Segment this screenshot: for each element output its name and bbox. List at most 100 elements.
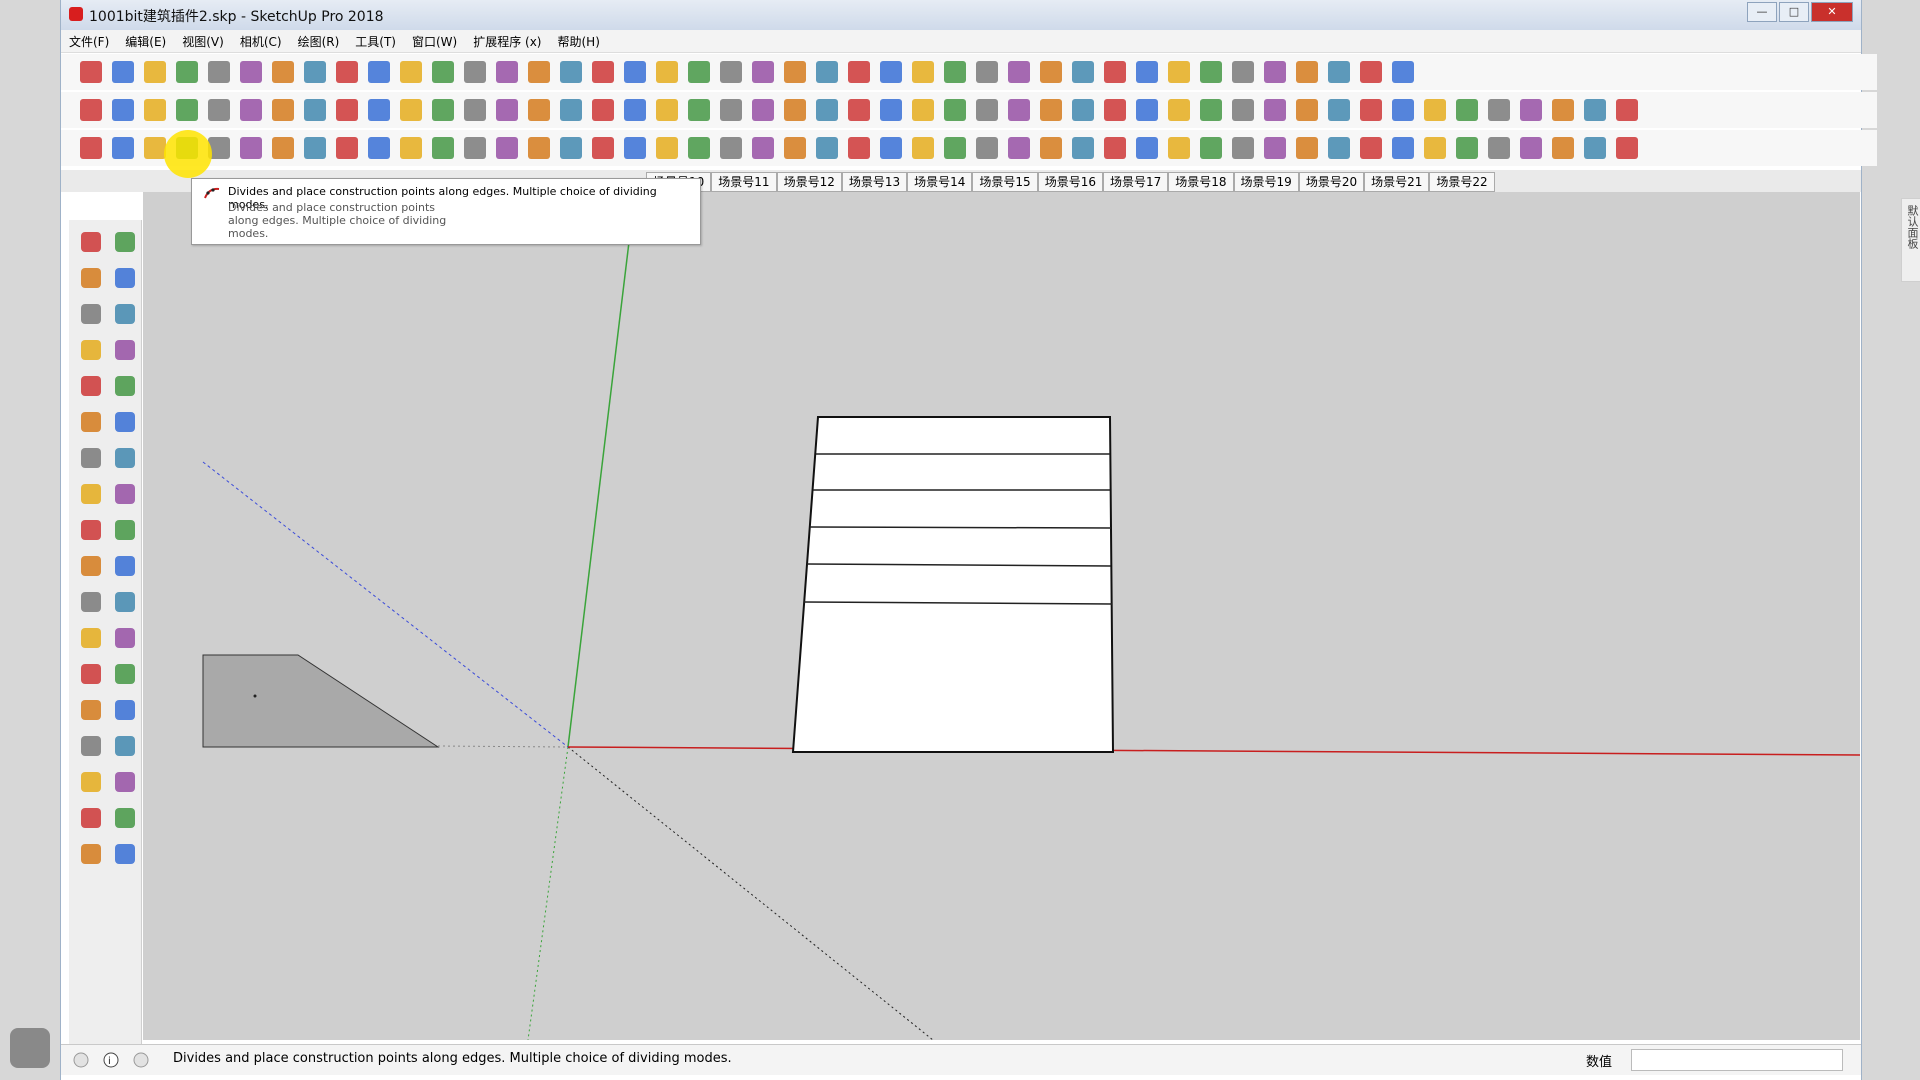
zoom-window-button[interactable] <box>111 732 139 760</box>
tape-button[interactable] <box>77 588 105 616</box>
1001bit-ak-button[interactable] <box>1229 96 1257 124</box>
extrude-button[interactable] <box>1613 134 1641 162</box>
walk-button[interactable] <box>77 840 105 868</box>
eraser-button[interactable] <box>111 264 139 292</box>
zoom-button[interactable] <box>877 58 905 86</box>
scene-tab[interactable]: 场景号21 <box>1364 172 1430 192</box>
scene-tab[interactable]: 场景号16 <box>1037 172 1103 192</box>
distribute-button[interactable] <box>1037 134 1065 162</box>
scale-button[interactable] <box>973 134 1001 162</box>
nurbs-button[interactable] <box>1517 134 1545 162</box>
push-pull-button[interactable] <box>493 58 521 86</box>
menu-help[interactable]: 帮助(H) <box>549 33 607 50</box>
1001bit-aw-button[interactable] <box>1613 96 1641 124</box>
1001bit-s-button[interactable] <box>653 96 681 124</box>
new-file-button[interactable] <box>77 58 105 86</box>
zoom-extents-button[interactable] <box>77 768 105 796</box>
1001bit-b-button[interactable] <box>109 96 137 124</box>
1001bit-ac-button[interactable] <box>973 96 1001 124</box>
1001bit-ag-button[interactable] <box>1101 96 1129 124</box>
1001bit-t-button[interactable] <box>685 96 713 124</box>
protractor-button[interactable] <box>77 624 105 652</box>
help-button[interactable] <box>1389 134 1417 162</box>
1001bit-ar-button[interactable] <box>1453 96 1481 124</box>
zoom-previous-button[interactable] <box>111 768 139 796</box>
1001bit-ad-button[interactable] <box>1005 96 1033 124</box>
1001bit-an-button[interactable] <box>1325 96 1353 124</box>
zoom-extents-button[interactable] <box>941 58 969 86</box>
scene-tab[interactable]: 场景号13 <box>841 172 908 192</box>
1001bit-aq-button[interactable] <box>1421 96 1449 124</box>
building-facade[interactable] <box>791 416 1115 753</box>
arc-button[interactable] <box>333 134 361 162</box>
align-button[interactable] <box>1005 134 1033 162</box>
menu-tools[interactable]: 工具(T) <box>347 33 404 50</box>
1001bit-h-button[interactable] <box>301 96 329 124</box>
array-button[interactable] <box>845 134 873 162</box>
select-button[interactable] <box>77 228 105 256</box>
sweep-button[interactable] <box>1581 134 1609 162</box>
stair-button[interactable] <box>397 134 425 162</box>
component-button[interactable] <box>111 228 139 256</box>
three-point-arc-button[interactable] <box>77 444 105 472</box>
trim-edge-button[interactable] <box>269 134 297 162</box>
scene-manager-button[interactable] <box>1197 134 1225 162</box>
1001bit-p-button[interactable] <box>557 96 585 124</box>
polygon-button[interactable] <box>111 372 139 400</box>
roof-button[interactable] <box>557 134 585 162</box>
two-point-arc-button[interactable] <box>111 408 139 436</box>
grid-button[interactable] <box>685 134 713 162</box>
next-view-button[interactable] <box>1005 58 1033 86</box>
1001bit-r-button[interactable] <box>621 96 649 124</box>
paint-bucket-button[interactable] <box>77 264 105 292</box>
shaded-button[interactable] <box>1325 58 1353 86</box>
move-button[interactable] <box>77 480 105 508</box>
section-plane-button[interactable] <box>111 840 139 868</box>
protractor-button[interactable] <box>685 58 713 86</box>
1001bit-f-button[interactable] <box>237 96 265 124</box>
right-view-button[interactable] <box>1133 58 1161 86</box>
pan-button[interactable] <box>845 58 873 86</box>
menu-camera[interactable]: 相机(C) <box>232 33 290 50</box>
railing-button[interactable] <box>429 134 457 162</box>
offset-button[interactable] <box>525 58 553 86</box>
1001bit-y-button[interactable] <box>845 96 873 124</box>
paint-bucket-button[interactable] <box>461 58 489 86</box>
left-view-button[interactable] <box>1197 58 1225 86</box>
bezier-button[interactable] <box>1485 134 1513 162</box>
push-pull-button[interactable] <box>111 480 139 508</box>
1001bit-d-button[interactable] <box>173 96 201 124</box>
scene-tab[interactable]: 场景号19 <box>1233 172 1299 192</box>
1001bit-as-button[interactable] <box>1485 96 1513 124</box>
undo-button[interactable] <box>301 58 329 86</box>
mirror-button[interactable] <box>941 134 969 162</box>
1001bit-am-button[interactable] <box>1293 96 1321 124</box>
offset-button[interactable] <box>111 552 139 580</box>
1001bit-c-button[interactable] <box>141 96 169 124</box>
hidden-line-button[interactable] <box>1293 58 1321 86</box>
1001bit-g-button[interactable] <box>269 96 297 124</box>
circle-point-button[interactable] <box>301 134 329 162</box>
orbit-button[interactable] <box>813 58 841 86</box>
construction-points-button[interactable] <box>109 134 137 162</box>
front-view-button[interactable] <box>1101 58 1129 86</box>
group-button[interactable] <box>1069 134 1097 162</box>
measurement-input[interactable] <box>1631 1049 1843 1071</box>
1001bit-j-button[interactable] <box>365 96 393 124</box>
prev-view-button[interactable] <box>973 58 1001 86</box>
section-button[interactable] <box>557 58 585 86</box>
1001bit-aj-button[interactable] <box>1197 96 1225 124</box>
minimize-button[interactable]: — <box>1747 2 1777 22</box>
cut-button[interactable] <box>173 58 201 86</box>
import-button[interactable] <box>1325 134 1353 162</box>
menu-file[interactable]: 文件(F) <box>61 33 117 50</box>
component-button[interactable] <box>1101 134 1129 162</box>
scene-tab[interactable]: 场景号12 <box>776 172 842 192</box>
menu-window[interactable]: 窗口(W) <box>404 33 465 50</box>
1001bit-au-button[interactable] <box>1549 96 1577 124</box>
text-button[interactable] <box>111 624 139 652</box>
follow-me-button[interactable] <box>111 516 139 544</box>
menu-draw[interactable]: 绘图(R) <box>290 33 348 50</box>
scene-tab[interactable]: 场景号11 <box>711 172 777 192</box>
1001bit-e-button[interactable] <box>205 96 233 124</box>
